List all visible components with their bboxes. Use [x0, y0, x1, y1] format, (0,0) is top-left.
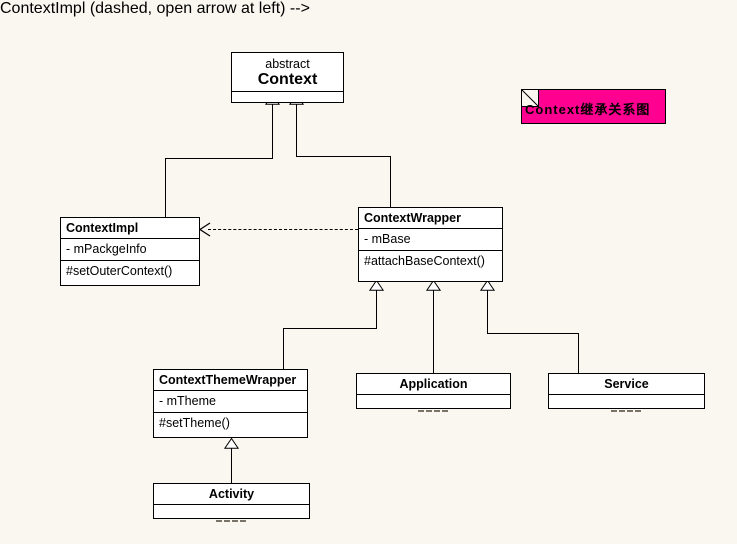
connector-service-to-contextwrapper-horizontal — [487, 333, 579, 334]
connector-contextthemewrapper-to-contextwrapper-horizontal — [283, 328, 377, 329]
class-name-contextwrapper: ContextWrapper — [359, 208, 502, 229]
class-box-contextthemewrapper[interactable]: ContextThemeWrapper - mTheme #setTheme() — [153, 369, 308, 438]
connector-contextimpl-to-context-vertical-upper — [272, 103, 273, 159]
class-name-application: Application — [357, 374, 510, 395]
connector-service-to-contextwrapper-vertical-upper — [487, 289, 488, 334]
class-attribute-contextwrapper-0: - mBase — [359, 229, 502, 251]
connector-contextthemewrapper-to-contextwrapper-vertical-upper — [376, 289, 377, 329]
connector-activity-to-contextthemewrapper-vertical — [231, 447, 232, 483]
class-box-contextimpl[interactable]: ContextImpl - mPackgeInfo #setOuterConte… — [60, 217, 200, 286]
connector-contextwrapper-to-context-vertical-lower — [390, 156, 391, 208]
connector-contextimpl-to-context-horizontal — [165, 158, 273, 159]
class-name-contextthemewrapper: ContextThemeWrapper — [154, 370, 307, 391]
class-attribute-contextthemewrapper-0: - mTheme — [154, 391, 307, 413]
class-operation-contextwrapper-0: #attachBaseContext() — [364, 254, 485, 268]
class-empty-compartment-activity — [154, 505, 309, 522]
connector-contextimpl-to-context-vertical-lower — [165, 158, 166, 218]
class-empty-compartment-service — [549, 395, 704, 412]
uml-diagram-canvas: ContextImpl (dashed, open arrow at left)… — [0, 0, 737, 544]
connector-contextwrapper-to-context-vertical-upper — [296, 103, 297, 157]
class-box-contextwrapper[interactable]: ContextWrapper - mBase #attachBaseContex… — [358, 207, 503, 282]
class-box-activity[interactable]: Activity — [153, 483, 310, 519]
class-stereotype-context: abstract — [265, 57, 310, 71]
note-context-inheritance-diagram[interactable]: Context继承关系图 — [521, 89, 666, 124]
dependency-open-arrowhead — [199, 222, 211, 237]
class-title-block-context: abstract Context — [232, 53, 343, 92]
connector-application-to-contextwrapper-vertical — [433, 289, 434, 373]
dependency-line-contextwrapper-to-contextimpl — [208, 229, 358, 230]
note-text: Context继承关系图 — [525, 102, 651, 117]
connector-contextwrapper-to-context-horizontal — [296, 156, 391, 157]
class-attribute-contextimpl-0: - mPackgeInfo — [61, 239, 199, 261]
class-name-service: Service — [549, 374, 704, 395]
class-box-application[interactable]: Application — [356, 373, 511, 409]
connector-contextthemewrapper-to-contextwrapper-vertical-lower — [283, 328, 284, 372]
class-operation-contextimpl-0: #setOuterContext() — [66, 264, 173, 278]
class-box-service[interactable]: Service — [548, 373, 705, 409]
class-empty-compartment-application — [357, 395, 510, 412]
class-operation-contextthemewrapper-0: #setTheme() — [159, 416, 230, 430]
connector-service-to-contextwrapper-vertical-lower — [578, 333, 579, 373]
class-box-context[interactable]: abstract Context — [231, 52, 344, 103]
class-empty-compartment-context — [232, 92, 343, 109]
generalization-triangle-activity-to-contextthemewrapper — [224, 438, 239, 449]
class-name-activity: Activity — [154, 484, 309, 505]
class-name-contextimpl: ContextImpl — [61, 218, 199, 239]
class-name-context: Context — [257, 71, 318, 88]
